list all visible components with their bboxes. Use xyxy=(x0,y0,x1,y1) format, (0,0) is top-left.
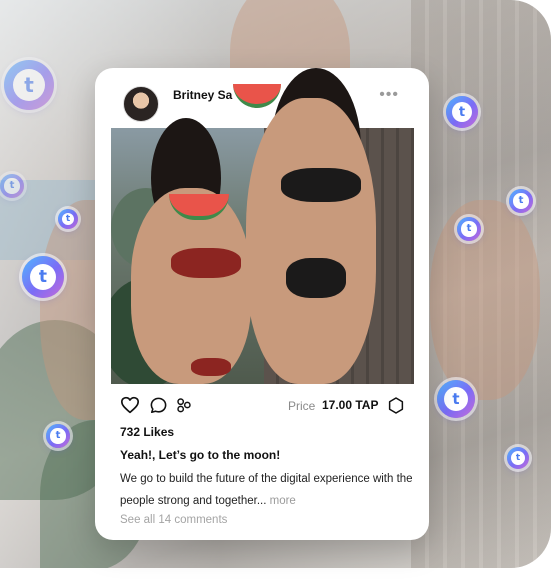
t-token-icon: t xyxy=(46,424,70,448)
t-token-icon: t xyxy=(457,217,481,241)
image-bikini-left-bottom xyxy=(191,358,231,376)
post-card: Britney Sa ••• Price 17.00 TAP 732 Likes… xyxy=(95,68,429,540)
image-bikini-left-top xyxy=(171,248,241,278)
more-options-icon[interactable]: ••• xyxy=(379,86,399,104)
image-person-right xyxy=(246,98,376,384)
post-image[interactable] xyxy=(111,68,414,384)
image-bikini-right-top xyxy=(281,168,361,202)
t-token-icon: t xyxy=(446,96,478,128)
caption-title: Yeah!, Let’s go to the moon! xyxy=(120,448,281,462)
t-token-icon: t xyxy=(4,60,54,110)
caption-body: We go to build the future of the digital… xyxy=(120,468,420,512)
t-token-icon: t xyxy=(0,174,24,198)
t-token-icon: t xyxy=(507,447,529,469)
t-token-icon: t xyxy=(58,209,78,229)
heart-icon[interactable] xyxy=(119,394,141,416)
background-figure xyxy=(430,200,540,400)
likes-count[interactable]: 732 Likes xyxy=(120,425,174,439)
t-token-icon: t xyxy=(509,189,533,213)
image-bikini-right-bottom xyxy=(286,258,346,298)
username[interactable]: Britney Sa xyxy=(173,88,232,102)
t-token-icon: t xyxy=(22,256,64,298)
more-link[interactable]: more xyxy=(270,495,296,507)
share-icon[interactable] xyxy=(173,394,195,416)
price-value: 17.00 TAP xyxy=(322,398,379,412)
t-token-icon: t xyxy=(437,380,475,418)
avatar[interactable] xyxy=(123,86,159,122)
comment-icon[interactable] xyxy=(147,394,169,416)
post-actions: Price 17.00 TAP xyxy=(95,390,429,420)
hexagon-icon[interactable] xyxy=(385,394,407,416)
price-label: Price xyxy=(288,399,316,413)
view-comments-link[interactable]: See all 14 comments xyxy=(120,514,227,526)
caption-text: We go to build the future of the digital… xyxy=(120,473,413,507)
